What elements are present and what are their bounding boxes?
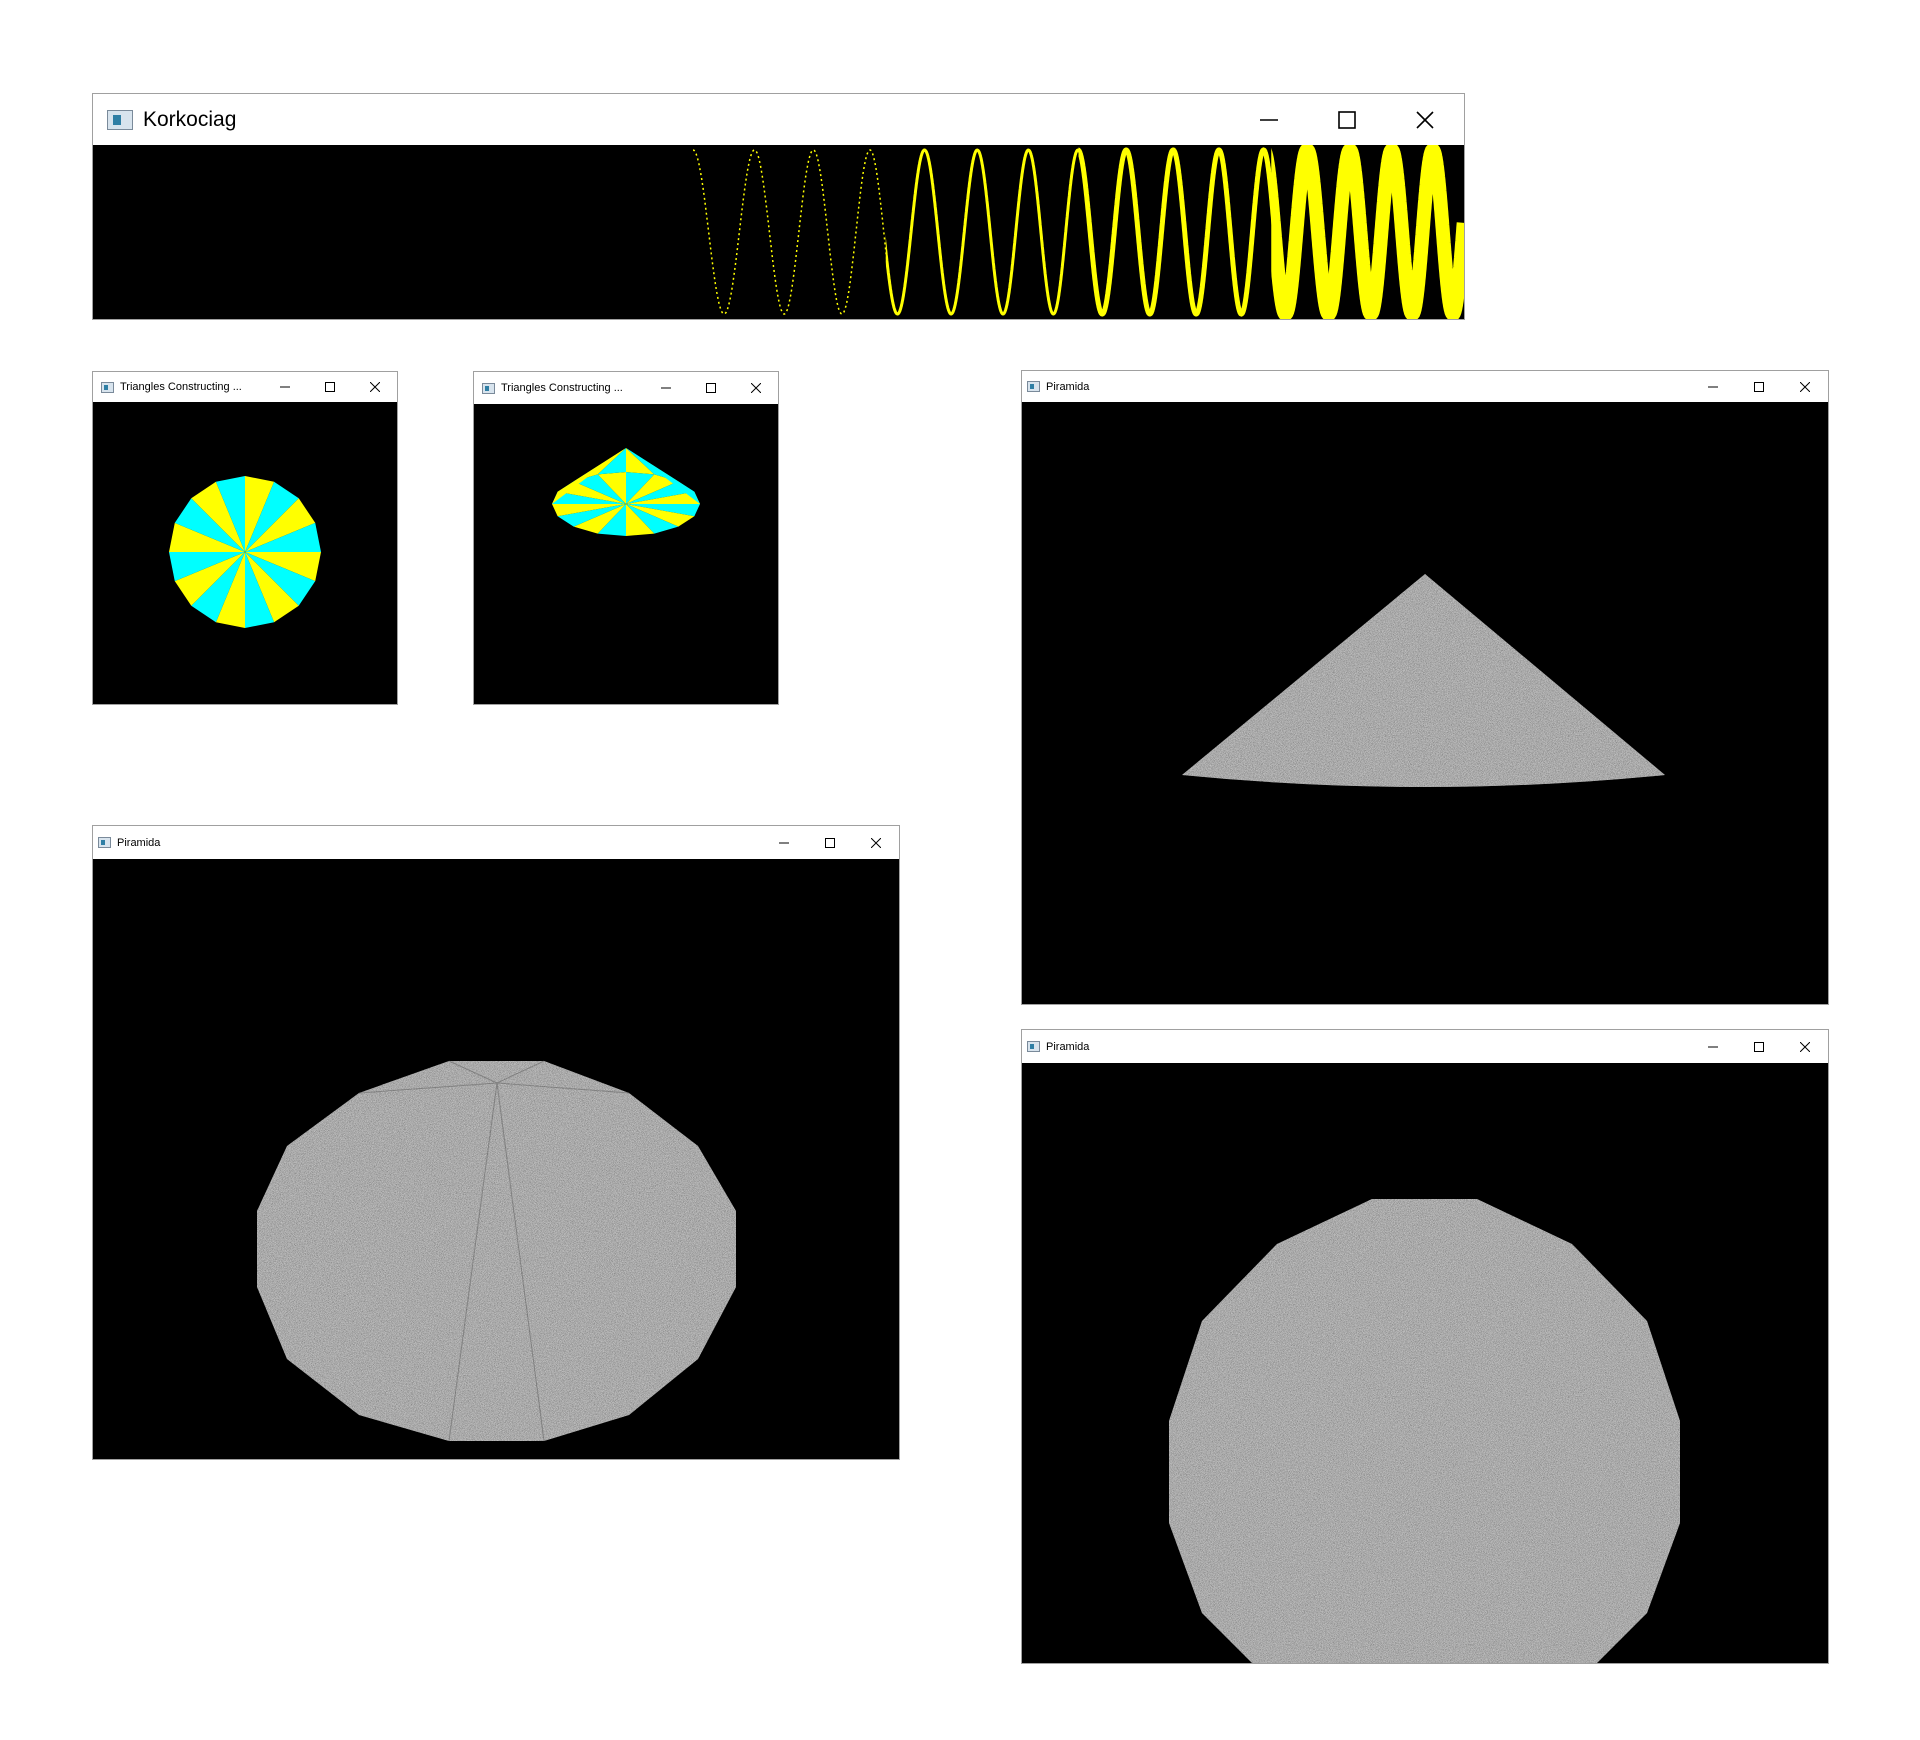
triangles-canvas-1 — [93, 402, 397, 704]
piramida-canvas-3 — [1022, 1063, 1828, 1663]
maximize-icon — [825, 837, 835, 848]
window-title: Triangles Constructing ... — [501, 382, 623, 394]
textured-cone-side — [1182, 574, 1665, 787]
minimize-icon — [1708, 1046, 1718, 1047]
close-button[interactable] — [1782, 1030, 1828, 1063]
korkociag-titlebar[interactable]: Korkociag — [93, 94, 1464, 145]
app-window-icon — [1027, 381, 1040, 392]
maximize-button[interactable] — [688, 372, 733, 404]
maximize-button[interactable] — [307, 372, 352, 402]
minimize-icon — [1708, 386, 1718, 387]
piramida-titlebar-3[interactable]: Piramida — [1022, 1030, 1828, 1063]
maximize-icon — [1754, 1041, 1764, 1052]
maximize-icon — [705, 383, 716, 393]
piramida-canvas-2 — [93, 859, 899, 1459]
window-title: Piramida — [1046, 1040, 1090, 1053]
cone-texture — [257, 1061, 736, 1441]
minimize-icon — [779, 842, 789, 843]
triangles-canvas-2 — [474, 404, 778, 704]
app-window-icon — [1027, 1041, 1040, 1052]
window-title: Triangles Constructing ... — [120, 381, 242, 393]
app-window-icon — [98, 837, 111, 848]
minimize-button[interactable] — [1690, 371, 1736, 402]
minimize-icon — [1260, 118, 1278, 121]
close-button[interactable] — [1386, 94, 1464, 145]
close-icon — [1416, 110, 1434, 129]
piramida-canvas-1 — [1022, 402, 1828, 1004]
textured-cone-top — [1169, 1199, 1680, 1663]
triangle-fan-cone — [552, 448, 700, 536]
triangles-titlebar-1[interactable]: Triangles Constructing ... — [93, 372, 397, 402]
textured-cone-tilted — [257, 1060, 736, 1442]
minimize-icon — [279, 386, 290, 388]
close-button[interactable] — [352, 372, 397, 402]
piramida-window-1[interactable]: Piramida — [1021, 370, 1829, 1005]
maximize-icon — [324, 382, 335, 392]
minimize-button[interactable] — [643, 372, 688, 404]
korkociag-window[interactable]: Korkociag — [92, 93, 1465, 320]
app-window-icon — [101, 381, 114, 393]
minimize-button[interactable] — [761, 826, 807, 859]
triangle-fan-disc — [169, 476, 321, 628]
piramida-window-2[interactable]: Piramida — [92, 825, 900, 1460]
korkociag-canvas — [93, 145, 1464, 319]
maximize-icon — [1754, 381, 1764, 392]
close-icon — [1800, 1041, 1810, 1052]
maximize-button[interactable] — [1736, 371, 1782, 402]
maximize-icon — [1338, 110, 1356, 129]
helix-drawing — [693, 145, 1464, 319]
minimize-button[interactable] — [262, 372, 307, 402]
piramida-window-3[interactable]: Piramida — [1021, 1029, 1829, 1664]
close-icon — [369, 382, 380, 392]
window-title: Korkociag — [143, 107, 237, 131]
close-button[interactable] — [853, 826, 899, 859]
cone-texture — [1169, 1199, 1680, 1663]
close-button[interactable] — [733, 372, 778, 404]
triangles-titlebar-2[interactable]: Triangles Constructing ... — [474, 372, 778, 404]
app-window-icon — [107, 109, 133, 130]
triangles-window-1[interactable]: Triangles Constructing ... — [92, 371, 398, 705]
minimize-button[interactable] — [1690, 1030, 1736, 1063]
cone-texture — [1182, 574, 1665, 787]
piramida-titlebar-2[interactable]: Piramida — [93, 826, 899, 859]
close-icon — [750, 383, 761, 393]
window-title: Piramida — [1046, 380, 1090, 393]
window-title: Piramida — [117, 836, 161, 849]
close-icon — [871, 837, 881, 848]
maximize-button[interactable] — [807, 826, 853, 859]
minimize-icon — [660, 387, 671, 389]
close-icon — [1800, 381, 1810, 392]
helix-segment — [1271, 145, 1464, 319]
maximize-button[interactable] — [1308, 94, 1386, 145]
close-button[interactable] — [1782, 371, 1828, 402]
piramida-titlebar-1[interactable]: Piramida — [1022, 371, 1828, 402]
triangles-window-2[interactable]: Triangles Constructing ... — [473, 371, 779, 705]
minimize-button[interactable] — [1230, 94, 1308, 145]
maximize-button[interactable] — [1736, 1030, 1782, 1063]
app-window-icon — [482, 382, 495, 394]
